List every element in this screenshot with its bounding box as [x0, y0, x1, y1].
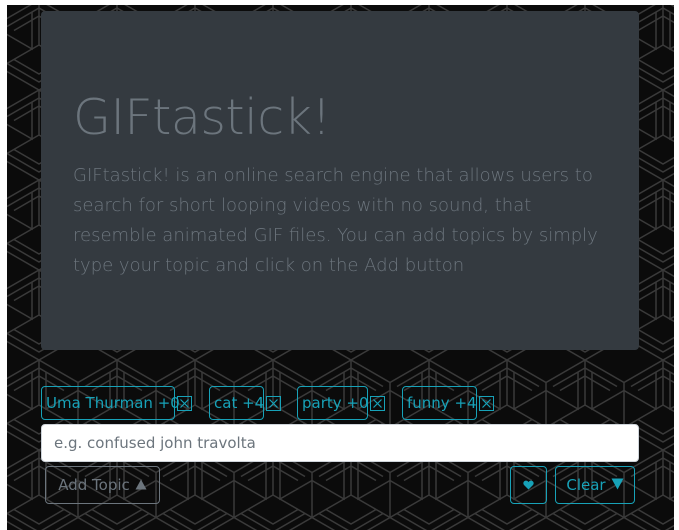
frame-left-border	[0, 0, 7, 530]
topic-button[interactable]: Uma Thurman +0	[41, 386, 180, 420]
triangle-down-icon	[611, 476, 624, 494]
close-box-icon[interactable]	[370, 396, 385, 411]
close-box-icon[interactable]	[266, 396, 281, 411]
add-topic-button[interactable]: Add Topic	[45, 466, 160, 504]
clear-label: Clear	[566, 476, 606, 494]
topic-input[interactable]	[41, 424, 639, 462]
triangle-up-icon	[135, 476, 147, 494]
close-box-icon[interactable]	[177, 396, 192, 411]
topic-button[interactable]: funny +4	[402, 386, 477, 420]
topic-button[interactable]: cat +4	[209, 386, 264, 420]
close-box-icon[interactable]	[479, 396, 494, 411]
favorites-button[interactable]	[510, 466, 547, 504]
clear-button[interactable]: Clear	[555, 466, 635, 504]
frame-top-border	[0, 0, 679, 5]
add-topic-label: Add Topic	[58, 476, 130, 494]
frame-right-border	[674, 0, 679, 530]
page-description: GIFtastick! is an online search engine t…	[73, 165, 598, 276]
heart-icon	[523, 478, 534, 493]
page-title: GIFtastick!	[73, 89, 331, 146]
intro-panel: GIFtastick! GIFtastick! is an online sea…	[41, 11, 639, 350]
topic-button[interactable]: party +0	[297, 386, 369, 420]
